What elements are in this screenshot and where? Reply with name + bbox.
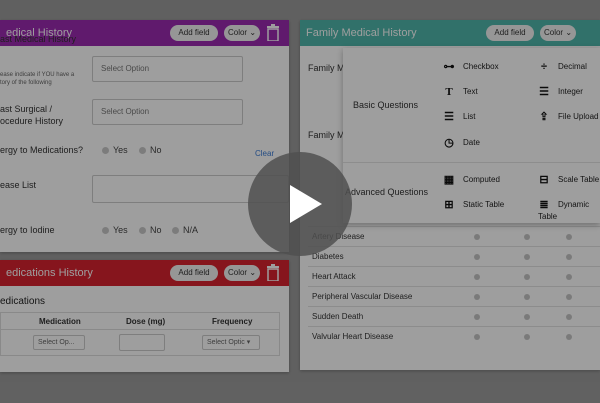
play-icon: [290, 185, 322, 223]
play-button[interactable]: [248, 152, 352, 256]
app-stage: edical History Add field Color ⌄ ast Med…: [0, 0, 600, 403]
